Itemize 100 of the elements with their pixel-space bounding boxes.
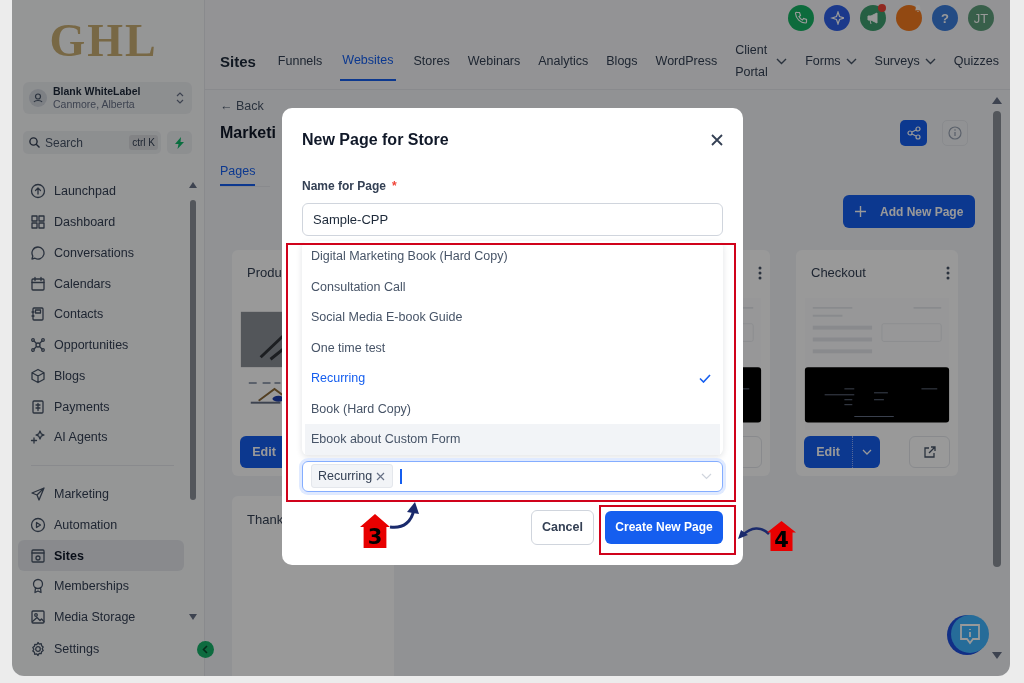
contact-card-icon (30, 306, 46, 323)
cancel-button[interactable]: Cancel (531, 509, 594, 545)
nav-item[interactable]: Media Storage (23, 601, 184, 633)
dropdown-option[interactable]: Recurring (302, 363, 723, 394)
open-link-button[interactable] (909, 436, 950, 468)
logo: GHL (48, 13, 159, 68)
play-circle-icon (30, 516, 46, 533)
nav-tab[interactable]: Quizzes (953, 41, 999, 81)
settings-icon (30, 640, 46, 657)
image-icon (30, 609, 46, 626)
card-title: Checkout (811, 265, 866, 281)
nav-tab[interactable]: Stores (413, 41, 450, 81)
curved-arrow (737, 524, 771, 542)
share-button[interactable] (900, 120, 927, 146)
curved-arrow (388, 501, 420, 530)
create-page-button[interactable]: Create New Page (605, 510, 723, 544)
megaphone-icon (866, 11, 880, 25)
add-new-page-button[interactable]: Add New Page (843, 195, 975, 228)
cube-icon (30, 367, 46, 384)
product-select-field[interactable]: Recurring (302, 460, 723, 492)
calendar-icon (30, 275, 46, 292)
text-cursor (400, 468, 403, 484)
chat-support-button[interactable] (946, 614, 990, 656)
dropdown-option[interactable]: Digital Marketing Book (Hard Copy) (302, 241, 723, 272)
nav-item[interactable]: AI Agents (23, 422, 184, 453)
card-title: Produ (247, 265, 282, 281)
network-icon (30, 337, 46, 354)
search-field[interactable]: Search ctrl K (23, 131, 161, 154)
search-placeholder: Search (45, 135, 85, 150)
collapse-icon[interactable] (197, 641, 214, 658)
sparkle-button[interactable] (824, 5, 850, 31)
quick-action-button[interactable] (167, 131, 192, 154)
grid-icon (30, 214, 46, 231)
bell-button[interactable] (896, 5, 922, 31)
chevron-down-icon (924, 57, 936, 65)
nav-item[interactable]: Memberships (23, 571, 184, 602)
nav-tab[interactable]: WordPress (655, 41, 718, 81)
shortcut-key: ctrl K (129, 135, 158, 150)
dropdown-option[interactable]: One time test (302, 332, 723, 363)
chevron-down-icon (701, 472, 712, 480)
nav-item[interactable]: Contacts (23, 299, 184, 330)
check-icon (699, 373, 711, 383)
nav-item[interactable]: Opportunities (23, 329, 184, 361)
dropdown-option[interactable]: Book (Hard Copy) (302, 393, 723, 424)
external-link-icon (923, 445, 936, 459)
field-label: Name for Page (302, 179, 387, 195)
dropdown-option[interactable]: Social Media E-book Guide (302, 302, 723, 333)
nav-tab[interactable]: Websites (340, 41, 396, 81)
nav-item[interactable]: Conversations (23, 237, 184, 269)
more-options-icon[interactable] (946, 265, 950, 280)
info-button[interactable] (942, 120, 968, 146)
account-location: Canmore, Alberta (53, 98, 136, 111)
more-options-icon[interactable] (758, 265, 762, 280)
nav-tab[interactable]: Client Portal (735, 41, 788, 81)
page-name-field[interactable]: Sample-CPP (302, 203, 723, 236)
nav-tab[interactable]: Forms (805, 41, 857, 81)
plus-icon (855, 206, 866, 217)
search-icon (29, 137, 40, 148)
close-icon[interactable] (711, 134, 723, 146)
nav-item[interactable]: Automation (23, 509, 184, 541)
account-switcher[interactable]: Blank WhiteLabel Canmore, Alberta (23, 82, 192, 114)
nav-tab[interactable]: Blogs (606, 41, 638, 81)
nav-item[interactable]: Settings (23, 633, 194, 664)
sparkle-icon (830, 11, 844, 25)
nav-tab[interactable]: Surveys (874, 41, 936, 81)
remove-icon[interactable] (376, 471, 386, 481)
user-icon (29, 89, 47, 107)
nav-item[interactable]: Marketing (23, 478, 184, 510)
edit-button[interactable]: Edit (804, 436, 880, 468)
chevron-down-icon (776, 57, 788, 65)
nav-item[interactable]: Blogs (23, 360, 184, 392)
nav-item[interactable]: Dashboard (23, 206, 184, 238)
receipt-icon (30, 398, 46, 415)
phone-button[interactable] (788, 5, 814, 31)
dialog-title: New Page for Store (302, 131, 449, 149)
nav-tab[interactable]: Webinars (467, 41, 521, 81)
dropdown-option[interactable]: Consultation Call (302, 271, 723, 302)
nav-item[interactable]: Payments (23, 391, 184, 422)
nav-item[interactable]: Launchpad (23, 176, 184, 207)
dropdown-option[interactable]: Ebook about Custom Form (305, 424, 720, 455)
help-button[interactable]: ? (932, 5, 958, 31)
rocket-icon (30, 183, 46, 200)
bell-icon (914, 4, 922, 12)
card-title: Thank (247, 511, 284, 527)
nav-tab[interactable]: Analytics (538, 41, 589, 81)
share-icon (906, 126, 921, 140)
required-mark: * (392, 179, 397, 195)
chevron-down-icon (861, 449, 872, 455)
chat-bubble-icon (30, 244, 46, 261)
selected-tag: Recurring (311, 464, 394, 488)
phone-icon (794, 11, 808, 25)
nav-item[interactable]: Calendars (23, 268, 184, 299)
nav-tab[interactable]: Funnels (277, 41, 323, 81)
chevron-updown-icon (176, 91, 184, 105)
account-name: Blank WhiteLabel (53, 85, 142, 98)
info-icon (948, 126, 962, 140)
page-tab[interactable]: Pages (220, 156, 256, 186)
megaphone-button[interactable] (860, 5, 886, 31)
nav-item[interactable]: Sites (18, 540, 184, 571)
page-title: Marketi (220, 124, 277, 142)
